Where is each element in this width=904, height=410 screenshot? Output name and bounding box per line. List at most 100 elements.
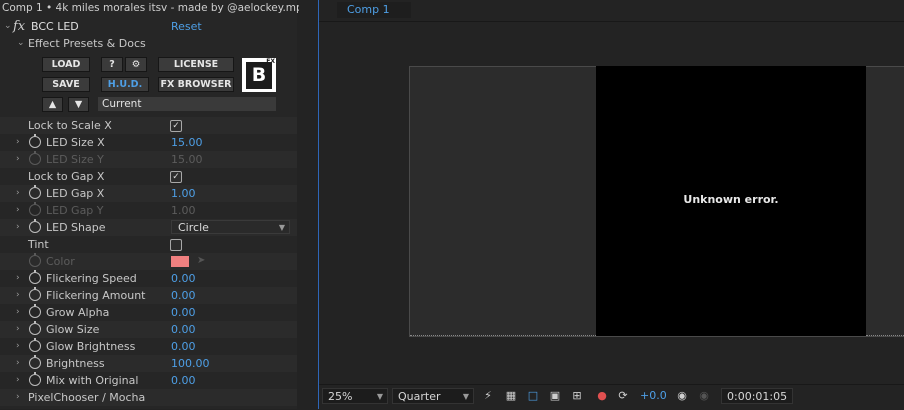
eyedropper-icon[interactable]: ➤ [197,256,217,266]
canvas-left-area [410,67,596,336]
hud-button[interactable]: H.U.D. [101,77,149,92]
chevron-down-icon[interactable]: ⌄ [4,18,12,35]
param-value[interactable]: 0.00 [171,372,196,389]
param-glow-brightness: › Glow Brightness 0.00 [0,338,297,355]
region-of-interest-icon[interactable]: ▣ [548,389,562,403]
lock-gap-x-checkbox[interactable]: ✓ [170,171,182,183]
stopwatch-icon[interactable] [29,338,41,352]
chevron-right-icon[interactable]: › [16,389,20,406]
chevron-right-icon[interactable]: › [16,219,20,236]
tint-checkbox[interactable] [170,239,182,251]
chevron-right-icon[interactable]: › [16,185,20,202]
fx-browser-button[interactable]: FX BROWSER [158,77,234,92]
chevron-right-icon[interactable]: › [16,134,20,151]
param-label: LED Shape [46,221,106,234]
fast-preview-icon[interactable]: ⚡ [481,389,495,403]
param-value[interactable]: 0.00 [171,338,196,355]
param-value[interactable]: 0.00 [171,321,196,338]
effect-controls-panel: Comp 1 • 4k miles morales itsv - made by… [0,0,299,409]
save-button[interactable]: SAVE [42,77,90,92]
camera-icon[interactable]: ◉ [675,389,689,403]
exposure-value[interactable]: +0.0 [640,388,667,404]
param-value[interactable]: 0.00 [171,304,196,321]
led-shape-dropdown[interactable]: Circle ▼ [171,220,290,234]
chevron-right-icon[interactable]: › [16,355,20,372]
gear-icon[interactable]: ⚙ [125,57,147,72]
tab-comp-1[interactable]: Comp 1 [337,2,411,18]
param-label: Grow Alpha [46,306,110,319]
param-label: Brightness [46,357,105,370]
param-value[interactable]: 1.00 [171,185,196,202]
load-button[interactable]: LOAD [42,57,90,72]
guides-icon[interactable]: ⊞ [570,389,584,403]
preset-up-button[interactable]: ▲ [42,97,63,112]
presets-label: Effect Presets & Docs [28,37,146,50]
param-value: 15.00 [171,153,203,166]
param-grow-alpha: › Grow Alpha 0.00 [0,304,297,321]
license-button[interactable]: LICENSE [158,57,234,72]
chevron-right-icon[interactable]: › [16,270,20,287]
stopwatch-icon[interactable] [29,304,41,318]
effect-header-row[interactable]: ⌄ fx BCC LED Reset [0,18,297,35]
stopwatch-icon[interactable] [29,355,41,369]
param-value[interactable]: 0.00 [171,287,196,304]
resolution-dropdown[interactable]: Quarter ▼ [392,388,474,404]
fx-icon[interactable]: fx [13,18,25,35]
param-pixelchooser[interactable]: › PixelChooser / Mocha [0,389,297,406]
transparency-grid-icon[interactable]: ▦ [504,389,518,403]
lock-scale-x-checkbox[interactable]: ✓ [170,120,182,132]
param-value[interactable]: 15.00 [171,134,203,151]
stopwatch-icon[interactable] [29,270,41,284]
panel-title: Comp 1 • 4k miles morales itsv - made by… [2,2,299,14]
stopwatch-icon[interactable] [29,372,41,386]
color-channels-icon[interactable]: ● [595,389,609,403]
chevron-down-icon[interactable]: ⌄ [17,35,25,52]
param-label: Lock to Scale X [28,119,112,132]
zoom-dropdown[interactable]: 25% ▼ [322,388,388,404]
chevron-right-icon[interactable]: › [16,372,20,389]
stopwatch-icon[interactable] [29,185,41,199]
resolution-value: Quarter [398,390,441,403]
param-led-size-x: › LED Size X 15.00 [0,134,297,151]
logo-letter: B [246,62,272,89]
param-value[interactable]: 100.00 [171,355,210,372]
bcc-logo: B FX [242,58,276,92]
show-snapshot-icon[interactable]: ◉ [697,389,711,403]
stopwatch-icon [29,253,41,267]
timecode-field[interactable]: 0:00:01:05 [721,388,793,404]
param-lock-scale-x: Lock to Scale X ✓ [0,117,297,134]
chevron-right-icon[interactable]: › [16,321,20,338]
mask-path-icon[interactable]: □ [526,389,540,403]
logo-sub: FX [266,58,275,65]
chevron-right-icon[interactable]: › [16,202,20,219]
stopwatch-icon[interactable] [29,219,41,233]
param-led-gap-y: › LED Gap Y 1.00 [0,202,297,219]
chevron-right-icon[interactable]: › [16,338,20,355]
stopwatch-icon [29,151,41,165]
color-swatch[interactable] [171,256,189,267]
chevron-down-icon: ▼ [278,223,285,232]
stopwatch-icon[interactable] [29,287,41,301]
chevron-right-icon[interactable]: › [16,304,20,321]
effect-name: BCC LED [31,20,79,33]
reset-link[interactable]: Reset [171,18,202,35]
viewer-tab-bar: Comp 1 [319,0,904,22]
chevron-right-icon[interactable]: › [16,151,20,168]
zoom-value: 25% [328,390,353,403]
param-value[interactable]: 0.00 [171,270,196,287]
presets-group[interactable]: ⌄ Effect Presets & Docs [0,35,297,52]
preset-current-field[interactable]: Current [98,97,276,111]
param-value: 1.00 [171,204,196,217]
preset-down-button[interactable]: ▼ [68,97,89,112]
param-label: LED Size Y [46,153,104,166]
chevron-right-icon[interactable]: › [16,287,20,304]
param-tint: Tint [0,236,297,253]
composition-viewer-panel: Comp 1 Unknown error. 25% ▼ Quarter ▼ ⚡ … [318,0,904,410]
color-management-icon[interactable]: ⟳ [616,389,630,403]
param-brightness: › Brightness 100.00 [0,355,297,372]
stopwatch-icon[interactable] [29,321,41,335]
param-mix-original: › Mix with Original 0.00 [0,372,297,389]
viewer-canvas[interactable]: Unknown error. [319,22,904,384]
help-button[interactable]: ? [101,57,123,72]
stopwatch-icon[interactable] [29,134,41,148]
